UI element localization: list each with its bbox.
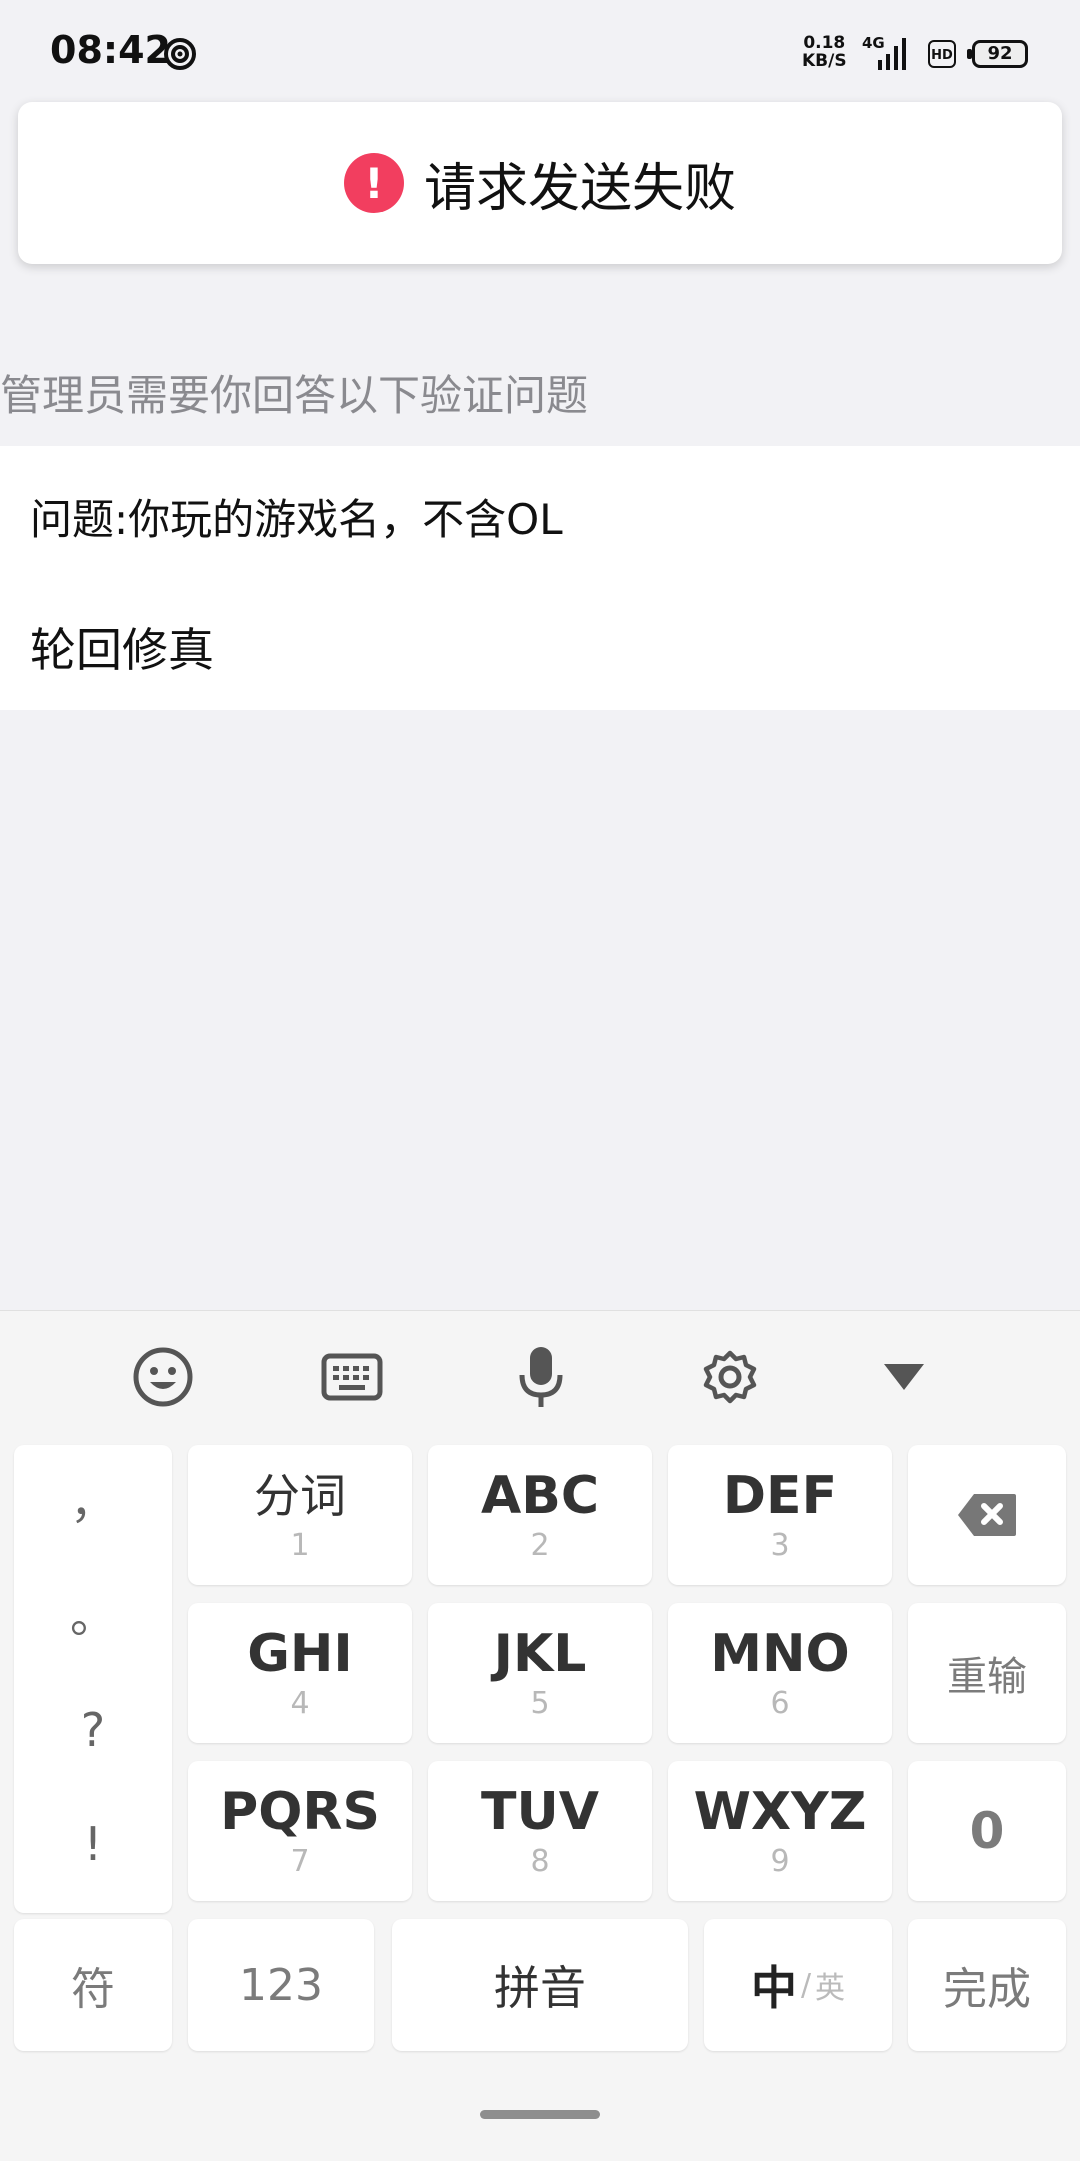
verification-hint: 管理员需要你回答以下验证问题 [0,371,589,420]
battery-icon: 92 [967,40,1028,68]
home-indicator[interactable] [480,2110,600,2119]
symbol-label: 符 [71,1964,115,2015]
key-digit: 7 [290,1844,310,1879]
key-label: DEF [722,1466,838,1526]
toast-message: 请求发送失败 [423,158,736,219]
signal-icon [878,38,906,70]
emoji-icon[interactable] [131,1345,195,1409]
settings-icon[interactable] [698,1345,762,1409]
key-label: WXYZ [693,1782,867,1842]
key-9[interactable]: WXYZ 9 [668,1761,892,1901]
key-label: ABC [480,1466,600,1526]
keyboard-icon[interactable] [320,1345,384,1409]
language-switch-button[interactable]: 中 / 英 [704,1919,892,2051]
numbers-button[interactable]: 123 [188,1919,374,2051]
key-digit: 9 [770,1844,790,1879]
key-1[interactable]: 分词 1 [188,1445,412,1585]
network-speed: 0.18 KB/S [802,34,847,70]
key-5[interactable]: JKL 5 [428,1603,652,1743]
pinyin-label: 拼音 [494,1961,586,2015]
key-digit: 1 [290,1528,310,1563]
key-label: TUV [481,1782,599,1842]
punct-comma[interactable]: ， [70,1445,116,1559]
key-label: JKL [493,1624,587,1684]
key-digit: 2 [530,1528,550,1563]
key-7[interactable]: PQRS 7 [188,1761,412,1901]
punct-question[interactable]: ? [81,1673,105,1787]
collapse-icon[interactable] [872,1345,936,1409]
question-answer-panel: 问题:你玩的游戏名，不含OL 轮回修真 [0,446,1080,710]
punct-period[interactable]: 。 [70,1559,116,1673]
lang-alt-label: 英 [815,1971,846,2006]
hotspot-icon [164,38,196,70]
done-button[interactable]: 完成 [908,1919,1066,2051]
status-bar: 08:42 0.18 KB/S 4G HD 92 [0,0,1080,100]
zero-label: 0 [969,1802,1005,1860]
punctuation-column[interactable]: ， 。 ? ! [14,1445,172,1913]
key-label: 分词 [254,1469,346,1523]
exclamation-icon: ! [343,153,404,213]
reinput-label: 重输 [947,1654,1027,1700]
lang-separator: / [800,1967,812,2003]
soft-keyboard: ， 。 ? ! 分词 1 ABC 2 DEF 3 GHI 4 JKL 5 MNO… [0,1310,1080,2161]
key-8[interactable]: TUV 8 [428,1761,652,1901]
symbol-button[interactable]: 符 [14,1919,172,2051]
error-toast: ! 请求发送失败 [18,102,1062,264]
microphone-icon[interactable] [509,1345,573,1409]
pinyin-space-button[interactable]: 拼音 [392,1919,688,2051]
key-4[interactable]: GHI 4 [188,1603,412,1743]
network-speed-unit: KB/S [802,51,847,71]
numbers-label: 123 [239,1959,323,2011]
key-6[interactable]: MNO 6 [668,1603,892,1743]
key-0[interactable]: 0 [908,1761,1066,1901]
lang-main-label: 中 [750,1961,797,2015]
key-digit: 3 [770,1528,790,1563]
network-speed-value: 0.18 [803,33,846,53]
hd-icon: HD [928,40,956,68]
punct-exclaim[interactable]: ! [84,1787,102,1901]
key-2[interactable]: ABC 2 [428,1445,652,1585]
key-label: GHI [247,1624,353,1684]
backspace-button[interactable] [908,1445,1066,1585]
key-digit: 5 [530,1686,550,1721]
key-label: PQRS [220,1782,380,1842]
status-time: 08:42 [50,28,171,72]
key-digit: 4 [290,1686,310,1721]
backspace-icon [958,1494,1016,1536]
reinput-button[interactable]: 重输 [908,1603,1066,1743]
answer-input[interactable]: 轮回修真 [30,614,214,680]
done-label: 完成 [943,1964,1031,2015]
key-digit: 6 [770,1686,790,1721]
key-3[interactable]: DEF 3 [668,1445,892,1585]
keyboard-toolbar [0,1311,1080,1441]
key-label: MNO [710,1624,850,1684]
key-digit: 8 [530,1844,550,1879]
question-text: 问题:你玩的游戏名，不含OL [30,495,563,544]
